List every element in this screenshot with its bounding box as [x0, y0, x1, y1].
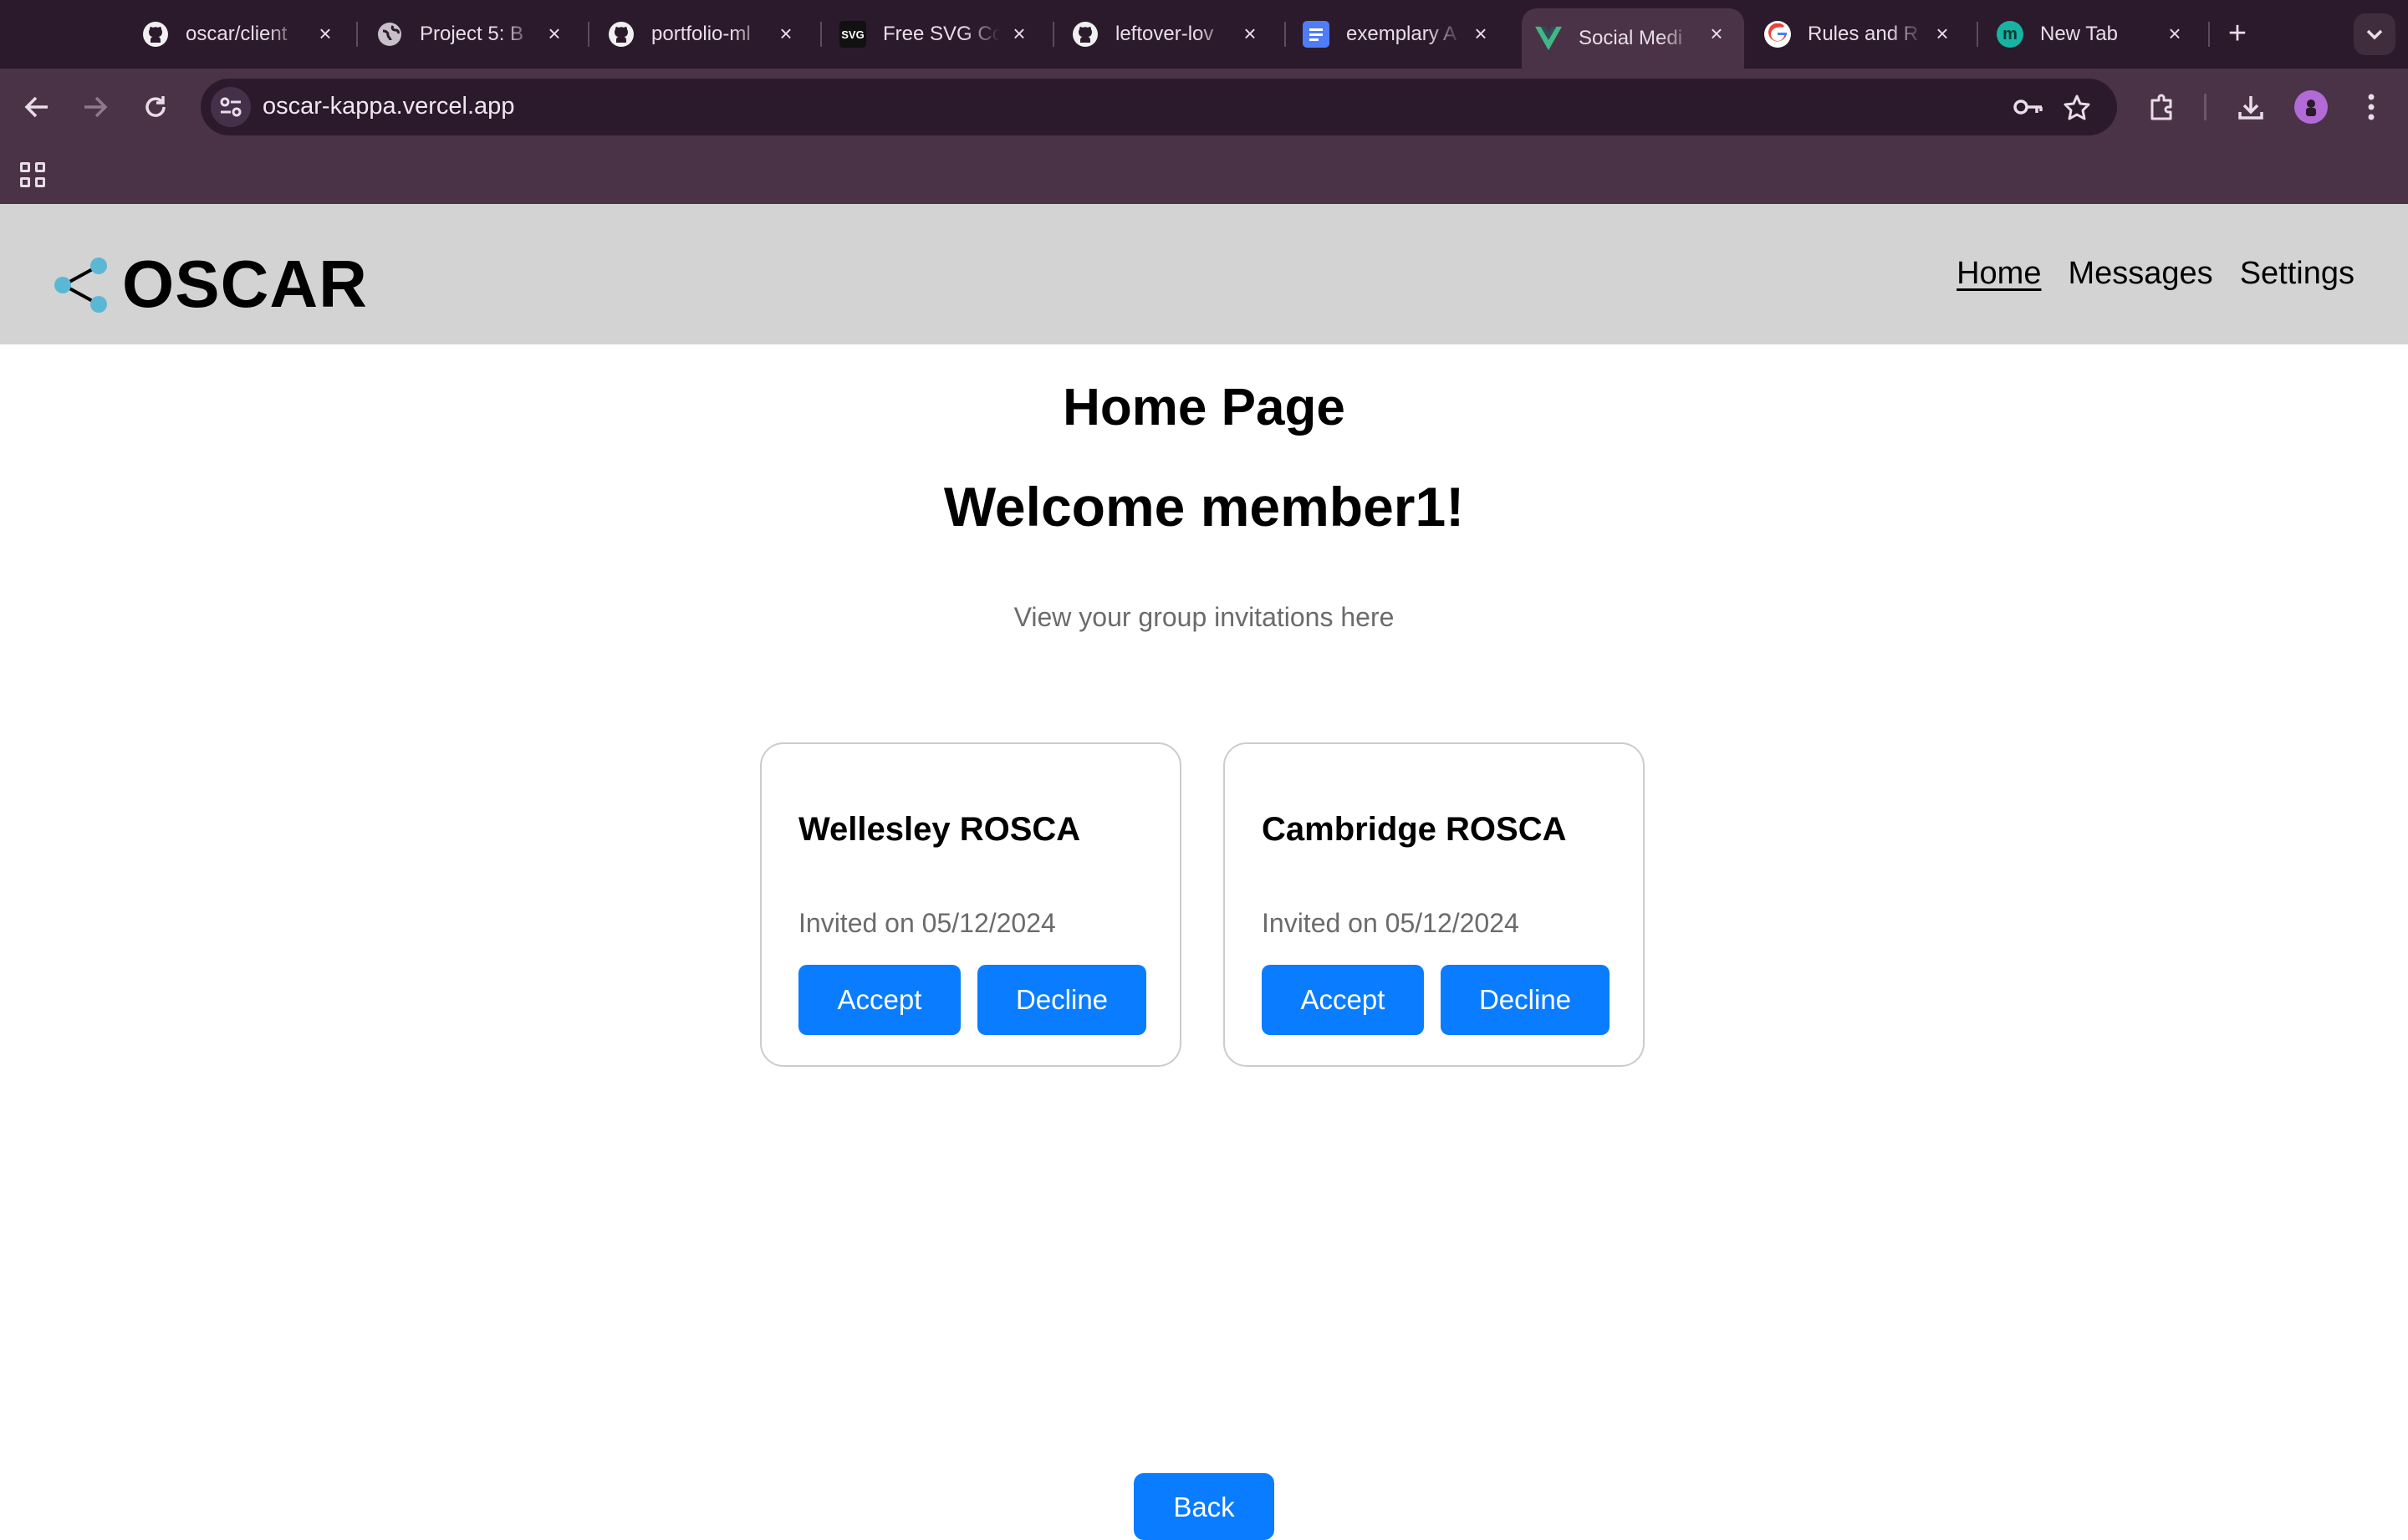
forward-arrow-icon[interactable]: [75, 87, 115, 127]
accept-button[interactable]: Accept: [1262, 965, 1424, 1035]
logo-text: OSCAR: [122, 247, 368, 321]
tab-separator: [1053, 22, 1054, 47]
tab-title: New Tab: [2040, 23, 2118, 45]
tab-separator: [820, 22, 822, 47]
tab-title: oscar/client: [186, 23, 288, 45]
close-icon[interactable]: ×: [2161, 19, 2189, 48]
nav-link-settings[interactable]: Settings: [2240, 256, 2354, 292]
close-icon[interactable]: ×: [772, 19, 800, 48]
docs-icon: [1303, 21, 1329, 48]
tab-separator: [2208, 22, 2210, 47]
close-icon[interactable]: ×: [1702, 19, 1731, 48]
decline-button[interactable]: Decline: [1441, 965, 1610, 1035]
browser-tab-strip: oscar/client × Project 5: B × portfolio-…: [0, 0, 2408, 69]
group-name: Cambridge ROSCA: [1262, 811, 1567, 848]
welcome-heading: Welcome member1!: [943, 476, 1465, 538]
tab-title: Free SVG Co: [883, 23, 1000, 45]
card-actions: Accept Decline: [798, 965, 1146, 1035]
profile-avatar-icon[interactable]: [2294, 90, 2328, 124]
close-icon[interactable]: ×: [1467, 19, 1495, 48]
back-arrow-icon[interactable]: [17, 87, 57, 127]
new-tab-plus-icon[interactable]: +: [2221, 17, 2254, 50]
share-icon: [54, 258, 107, 313]
apps-grid-icon[interactable]: [20, 162, 45, 187]
browser-tab[interactable]: Rules and R ×: [1764, 8, 1956, 60]
globe-icon: [376, 21, 403, 48]
browser-tab[interactable]: portfolio-ml ×: [608, 8, 800, 60]
nav-link-messages[interactable]: Messages: [2068, 256, 2212, 292]
browser-tab[interactable]: SVG Free SVG Co ×: [839, 8, 1033, 60]
site-logo[interactable]: OSCAR: [52, 246, 368, 323]
invite-date: Invited on 05/12/2024: [798, 908, 1056, 938]
bookmark-star-icon[interactable]: [2060, 90, 2094, 124]
tab-separator: [1284, 22, 1286, 47]
m-icon: m: [1997, 21, 2023, 48]
browser-tab[interactable]: m New Tab ×: [1997, 8, 2189, 60]
invitation-list: Wellesley ROSCA Invited on 05/12/2024 Ac…: [760, 742, 1645, 1067]
extensions-puzzle-icon[interactable]: [2142, 87, 2182, 127]
bookmarks-bar: [0, 145, 2408, 204]
tab-search-chevron-icon[interactable]: [2354, 13, 2395, 55]
browser-toolbar: oscar-kappa.vercel.app: [0, 69, 2408, 145]
group-name: Wellesley ROSCA: [798, 811, 1081, 848]
invite-date: Invited on 05/12/2024: [1262, 908, 1519, 938]
download-icon[interactable]: [2231, 87, 2271, 127]
url-text[interactable]: oscar-kappa.vercel.app: [263, 93, 514, 120]
main-content: Home Page Welcome member1! View your gro…: [0, 344, 2408, 1540]
browser-tab[interactable]: exemplary A ×: [1303, 8, 1495, 60]
tab-title: leftover-lov: [1115, 23, 1214, 45]
accept-button[interactable]: Accept: [798, 965, 961, 1035]
close-icon[interactable]: ×: [540, 19, 569, 48]
svg-icon: SVG: [839, 21, 866, 48]
tab-separator: [356, 22, 358, 47]
close-icon[interactable]: ×: [1005, 19, 1033, 48]
tab-title: portfolio-ml: [651, 23, 751, 45]
browser-tab-active[interactable]: Social Medi ×: [1522, 8, 1744, 69]
invitations-subtitle: View your group invitations here: [1013, 602, 1395, 632]
page-title: Home Page: [1063, 379, 1345, 436]
site-info-tune-icon[interactable]: [211, 87, 251, 127]
close-icon[interactable]: ×: [311, 19, 339, 48]
card-actions: Accept Decline: [1262, 965, 1610, 1035]
back-button[interactable]: Back: [1134, 1473, 1274, 1540]
browser-tab[interactable]: Project 5: B ×: [376, 8, 569, 60]
nav-link-home[interactable]: Home: [1956, 256, 2041, 292]
tab-separator: [588, 22, 589, 47]
kebab-menu-icon[interactable]: [2351, 87, 2391, 127]
tab-title: Social Medi: [1579, 27, 1683, 49]
site-header: OSCAR Home Messages Settings: [0, 204, 2408, 344]
toolbar-divider: [2204, 94, 2206, 120]
reload-icon[interactable]: [135, 87, 176, 127]
tab-title: Project 5: B: [420, 23, 524, 45]
browser-tab[interactable]: oscar/client ×: [142, 8, 339, 60]
google-icon: [1764, 21, 1791, 48]
tab-title: Rules and R: [1808, 23, 1919, 45]
invitation-card: Cambridge ROSCA Invited on 05/12/2024 Ac…: [1223, 742, 1645, 1067]
password-key-icon[interactable]: [2012, 90, 2045, 124]
vue-icon: [1535, 25, 1562, 52]
tab-separator: [1977, 22, 1978, 47]
github-icon: [1072, 21, 1099, 48]
close-icon[interactable]: ×: [1928, 19, 1956, 48]
github-icon: [608, 21, 635, 48]
invitation-card: Wellesley ROSCA Invited on 05/12/2024 Ac…: [760, 742, 1181, 1067]
close-icon[interactable]: ×: [1236, 19, 1264, 48]
address-bar[interactable]: oscar-kappa.vercel.app: [201, 79, 2117, 135]
decline-button[interactable]: Decline: [977, 965, 1146, 1035]
tab-title: exemplary A: [1346, 23, 1457, 45]
main-nav: Home Messages Settings: [1956, 256, 2354, 292]
github-icon: [142, 21, 169, 48]
browser-tab[interactable]: leftover-lov ×: [1072, 8, 1264, 60]
